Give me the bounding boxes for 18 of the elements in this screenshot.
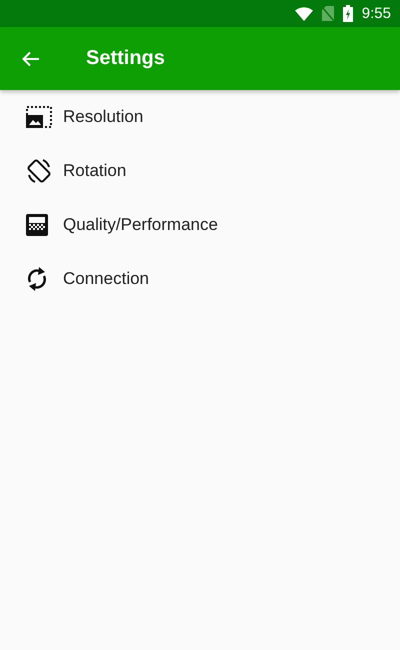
status-time: 9:55 (362, 5, 391, 22)
refresh-icon (26, 267, 48, 291)
rotate-device-icon (26, 158, 52, 184)
no-sim-icon (322, 6, 334, 21)
settings-item[interactable]: Resolution (0, 90, 400, 144)
settings-item[interactable]: Quality/Performance (0, 198, 400, 252)
back-arrow-icon (22, 50, 40, 66)
item-label: Resolution (63, 107, 144, 127)
battery-icon (342, 5, 353, 22)
wifi-icon (294, 6, 313, 20)
item-label: Quality/Performance (63, 215, 218, 235)
screen-title: Settings (86, 47, 165, 70)
settings-item[interactable]: Rotation (0, 144, 400, 198)
settings-item[interactable]: Connection (0, 252, 400, 306)
item-label: Rotation (63, 161, 126, 181)
gradient-icon (26, 214, 48, 236)
image-frame-icon (26, 106, 52, 128)
item-label: Connection (63, 269, 150, 289)
